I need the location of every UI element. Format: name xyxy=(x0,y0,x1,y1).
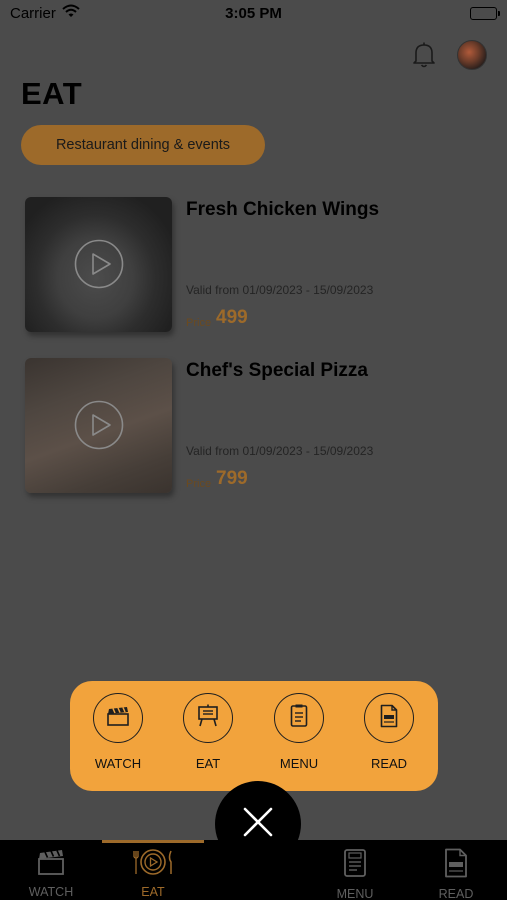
menu-item-card[interactable]: Chef's Special Pizza Valid from 01/09/20… xyxy=(25,358,485,495)
price-label: Price xyxy=(186,478,212,490)
tab-label: WATCH xyxy=(28,885,74,899)
tab-read[interactable]: READ xyxy=(405,848,507,900)
price-value: 499 xyxy=(216,307,248,328)
category-pill[interactable]: Restaurant dining & events xyxy=(21,125,265,165)
document-icon xyxy=(444,848,468,882)
item-thumbnail[interactable] xyxy=(25,197,172,332)
quick-action-panel: WATCH EAT MENU READ xyxy=(70,681,438,791)
quick-action-read[interactable]: READ xyxy=(344,693,434,771)
avatar[interactable] xyxy=(457,40,487,70)
item-thumbnail[interactable] xyxy=(25,358,172,493)
clapperboard-icon xyxy=(37,850,65,880)
food-board-icon xyxy=(197,704,219,733)
menu-card-icon xyxy=(290,704,308,733)
notification-bell-icon[interactable] xyxy=(412,41,436,74)
tab-label: READ xyxy=(438,887,474,900)
close-menu-button[interactable] xyxy=(215,781,301,867)
tab-eat[interactable]: EAT xyxy=(102,848,204,899)
tab-menu[interactable]: MENU xyxy=(304,848,406,900)
close-icon xyxy=(242,806,274,843)
menu-card-icon xyxy=(343,849,367,882)
status-bar: Carrier 3:05 PM xyxy=(0,0,507,30)
status-time: 3:05 PM xyxy=(225,5,282,22)
quick-action-watch[interactable]: WATCH xyxy=(73,693,163,771)
item-validity: Valid from 01/09/2023 - 15/09/2023 xyxy=(186,283,374,297)
tab-watch[interactable]: WATCH xyxy=(0,848,102,899)
action-label: WATCH xyxy=(94,756,142,771)
action-label: EAT xyxy=(195,756,221,771)
quick-action-menu[interactable]: MENU xyxy=(254,693,344,771)
price-value: 799 xyxy=(216,468,248,489)
plate-cutlery-icon xyxy=(130,849,176,880)
action-label: READ xyxy=(370,756,408,771)
play-icon[interactable] xyxy=(74,400,124,455)
quick-action-eat[interactable]: EAT xyxy=(163,693,253,771)
price-label: Price xyxy=(186,317,212,329)
tab-label: EAT xyxy=(141,885,165,899)
menu-item-card[interactable]: Fresh Chicken Wings Valid from 01/09/202… xyxy=(25,197,485,334)
document-icon xyxy=(380,704,398,733)
active-tab-indicator xyxy=(102,840,204,843)
item-title: Chef's Special Pizza xyxy=(186,360,368,381)
play-icon[interactable] xyxy=(74,239,124,294)
item-validity: Valid from 01/09/2023 - 15/09/2023 xyxy=(186,444,374,458)
clapperboard-icon xyxy=(107,706,129,731)
action-label: MENU xyxy=(279,756,319,771)
battery-icon xyxy=(470,7,500,20)
page-title: EAT xyxy=(21,76,83,111)
tab-label: MENU xyxy=(336,887,374,900)
item-title: Fresh Chicken Wings xyxy=(186,199,380,220)
